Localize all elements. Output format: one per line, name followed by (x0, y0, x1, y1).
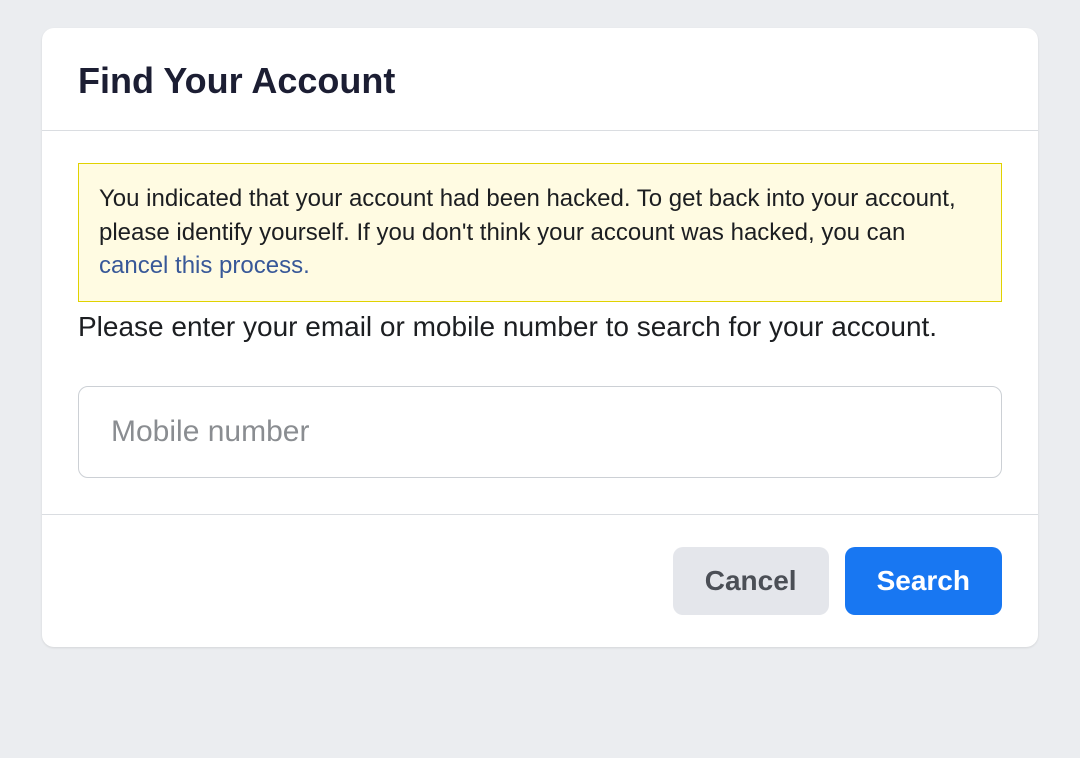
search-button[interactable]: Search (845, 547, 1002, 615)
instruction-text: Please enter your email or mobile number… (78, 308, 1002, 346)
cancel-process-link[interactable]: cancel this process. (99, 252, 310, 279)
card-footer: Cancel Search (42, 514, 1038, 647)
alert-message-text: You indicated that your account had been… (99, 185, 956, 246)
alert-message: You indicated that your account had been… (99, 182, 981, 283)
mobile-number-input[interactable] (78, 386, 1002, 478)
card-header: Find Your Account (42, 28, 1038, 131)
hacked-account-alert: You indicated that your account had been… (78, 163, 1002, 302)
cancel-button[interactable]: Cancel (673, 547, 829, 615)
find-account-card: Find Your Account You indicated that you… (42, 28, 1038, 647)
card-body: You indicated that your account had been… (42, 131, 1038, 514)
page-title: Find Your Account (78, 60, 1002, 102)
